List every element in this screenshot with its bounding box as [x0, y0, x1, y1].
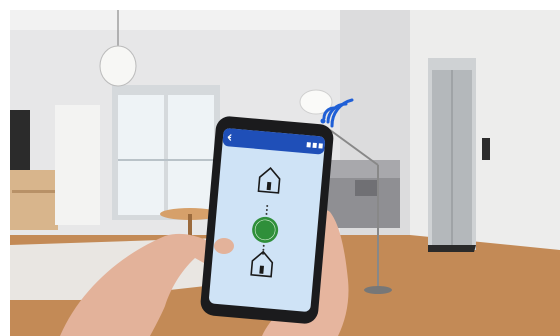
cabinet-shelf — [12, 190, 56, 193]
index-fingertip — [214, 238, 234, 254]
partition-wall — [340, 10, 410, 270]
tv — [10, 110, 30, 170]
elevator-call-panel — [482, 138, 490, 160]
lock-glyph — [266, 181, 272, 191]
elevator-threshold — [428, 245, 476, 252]
wifi-icon — [312, 142, 317, 149]
pendant-lamp — [99, 45, 137, 87]
wardrobe — [55, 105, 100, 225]
smartphone — [200, 116, 334, 324]
balcony-glass-right — [168, 95, 214, 215]
lock-glyph — [259, 265, 264, 274]
balcony-glass-left — [118, 95, 164, 215]
signal-icon — [306, 142, 311, 148]
lamp-base — [364, 286, 392, 294]
side-cabinet — [10, 170, 58, 230]
smart-home-scene — [0, 0, 560, 336]
sofa-cushion — [355, 180, 379, 196]
battery-icon — [318, 143, 323, 149]
table-leg — [188, 214, 192, 236]
scene-illustration — [0, 0, 560, 336]
